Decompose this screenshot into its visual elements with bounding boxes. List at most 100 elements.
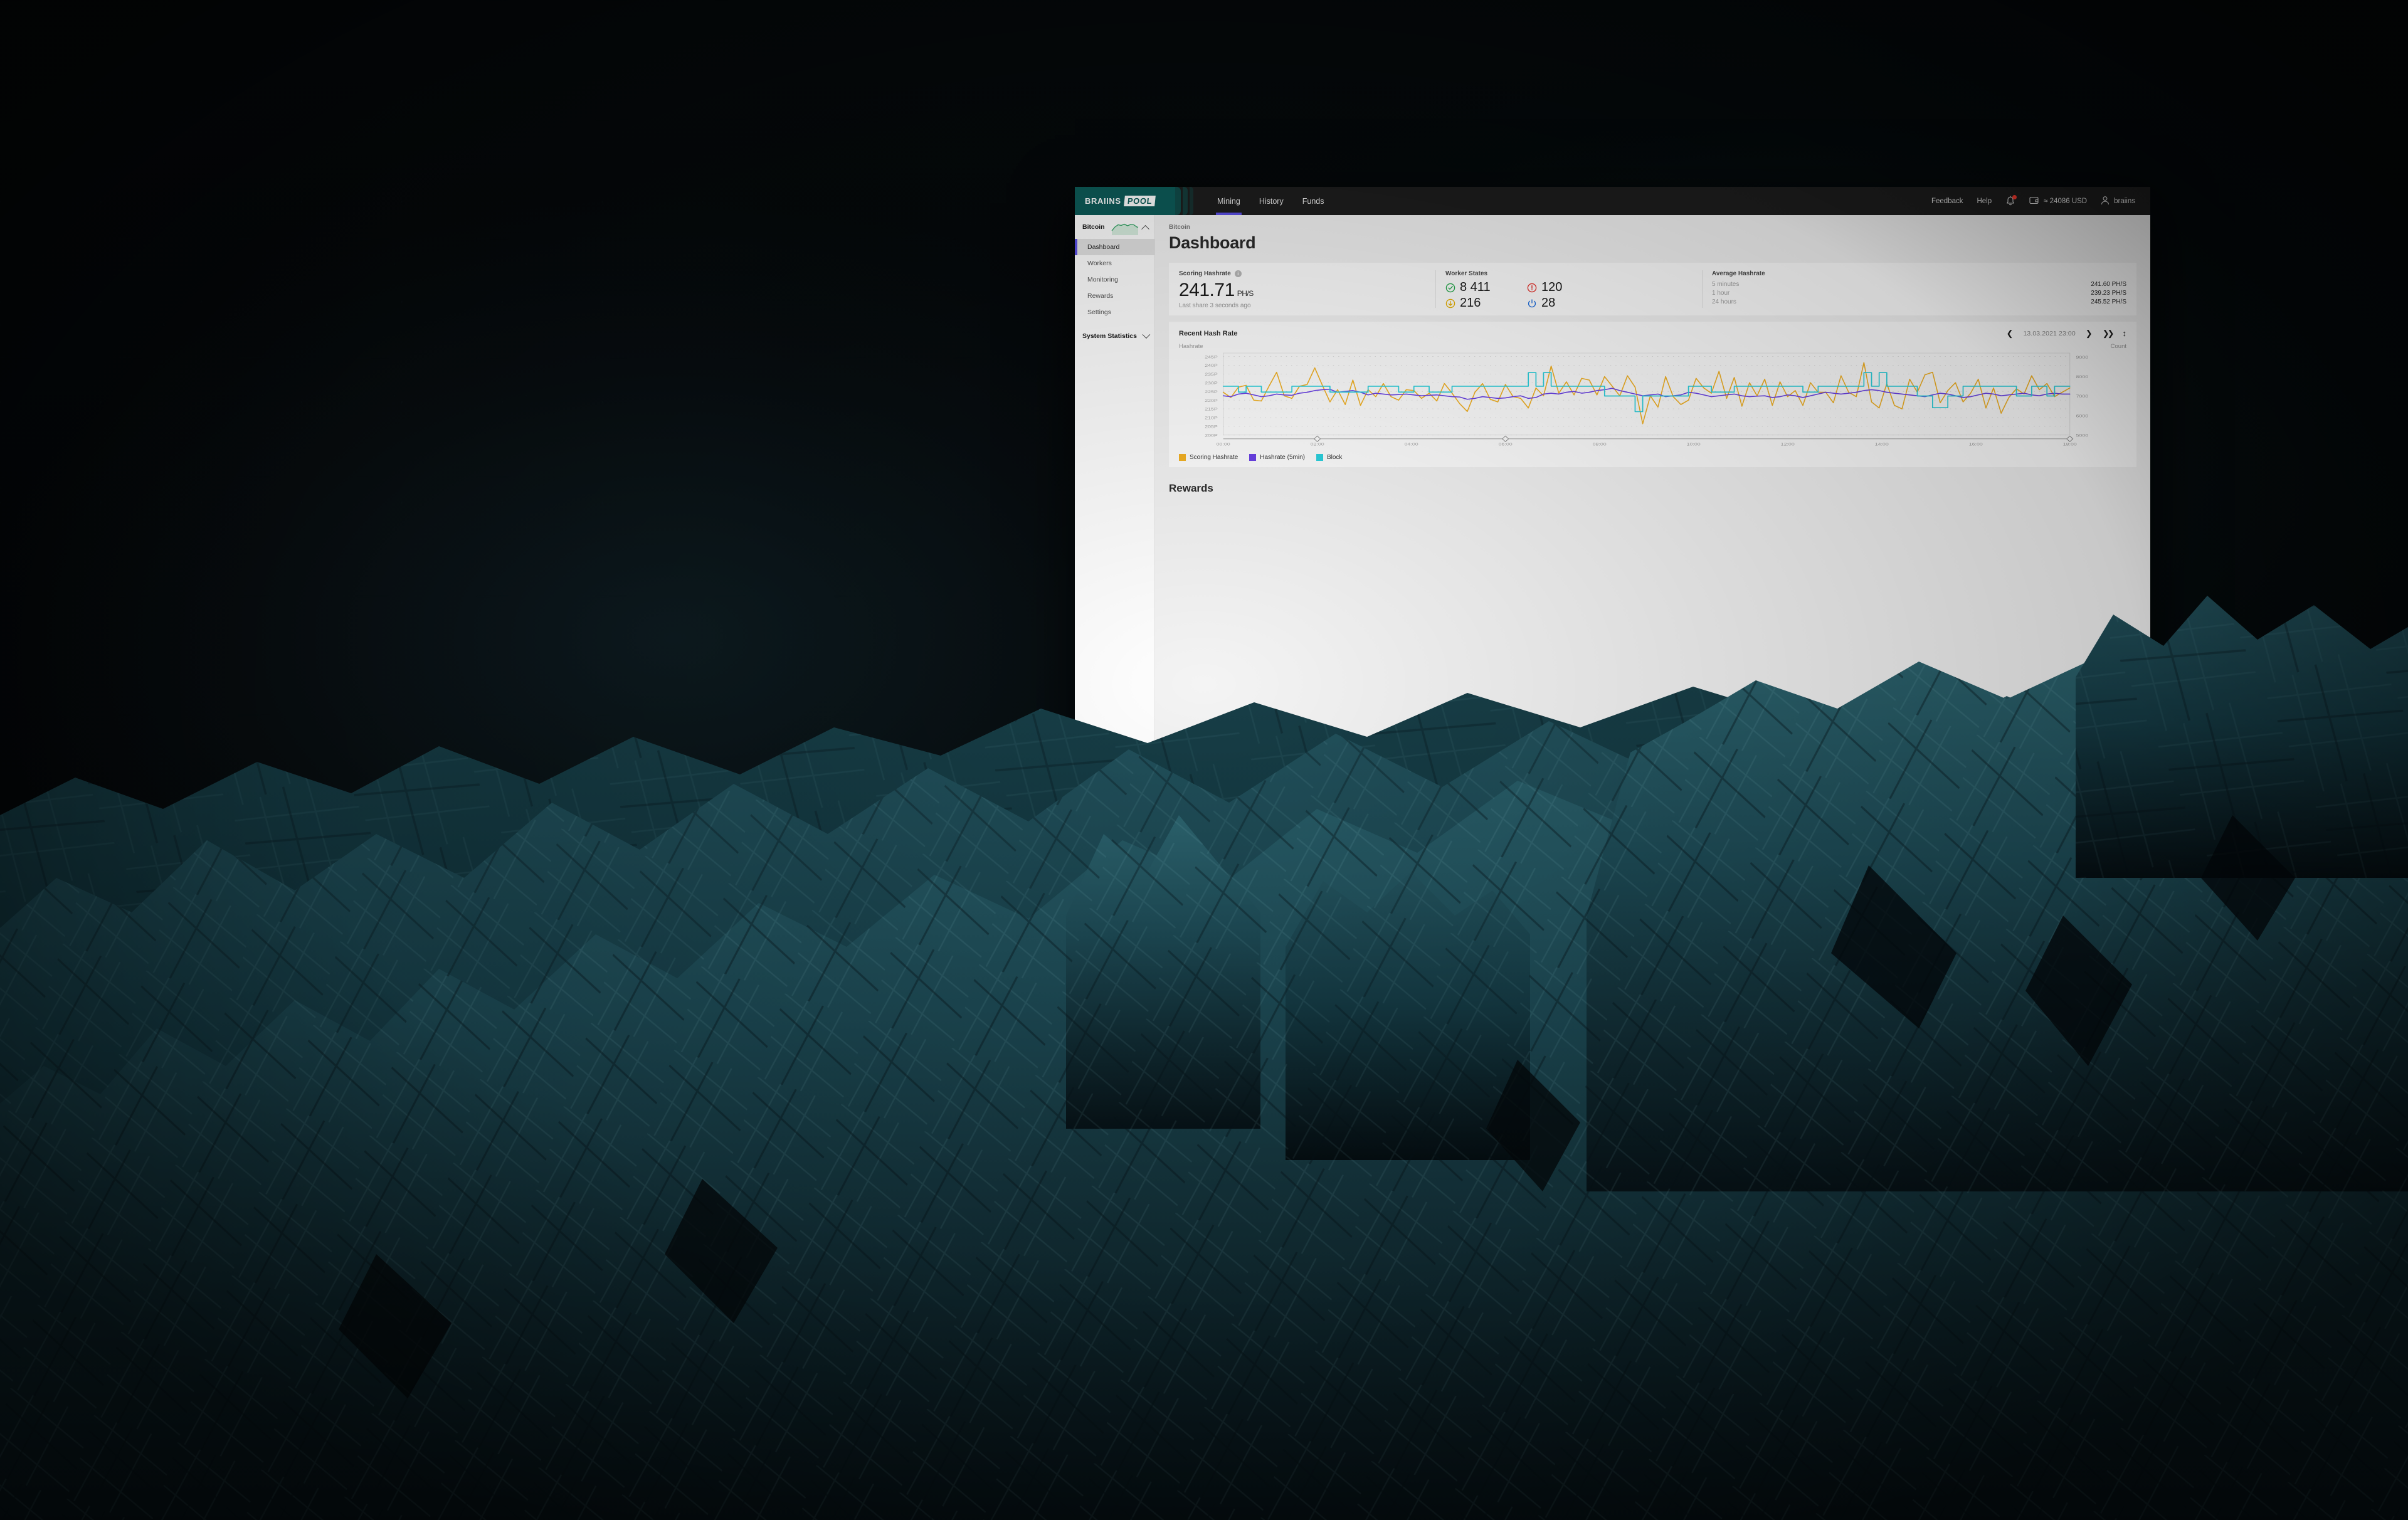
y-axis-tick-right: 7000 (2076, 394, 2089, 399)
logo-stripe-3 (1190, 187, 1193, 215)
worker-states-label: Worker States (1445, 270, 1488, 277)
chart-date-label[interactable]: 13.03.2021 23:00 (2023, 330, 2075, 337)
x-axis-tick: 04:00 (1405, 441, 1419, 446)
arrow-down-circle-icon (1445, 298, 1455, 308)
chevron-down-icon (1142, 330, 1151, 339)
x-axis-tick: 08:00 (1593, 441, 1607, 446)
wallet-balance[interactable]: ≈ 24086 USD (2029, 196, 2087, 206)
sidebar-item-settings[interactable]: Settings (1075, 304, 1154, 320)
hash-rate-plot[interactable]: 200P 205P 210P 215P 220P 225P 230P 235P 240P 245P… (1179, 351, 2126, 446)
tab-mining[interactable]: Mining (1216, 187, 1242, 215)
worker-state-off[interactable]: 28 (1527, 296, 1692, 310)
legend-item-hashrate-5min[interactable]: Hashrate (5min) (1249, 454, 1305, 461)
feedback-link[interactable]: Feedback (1931, 198, 1963, 205)
power-icon (1528, 298, 1536, 307)
window-body: Bitcoin Dashboard Workers Monitoring Rew… (1075, 215, 2150, 902)
worker-states-grid: 8 411 120 216 28 (1445, 280, 1692, 310)
user-menu[interactable]: braiins (2101, 196, 2135, 207)
sidebar-group-system-statistics[interactable]: System Statistics (1075, 324, 1154, 348)
legend-item-scoring-hashrate[interactable]: Scoring Hashrate (1179, 454, 1238, 461)
legend-label-scoring-hashrate: Scoring Hashrate (1190, 454, 1238, 461)
y-axis-tick-right: 8000 (2076, 374, 2089, 379)
breadcrumb[interactable]: Bitcoin (1169, 224, 2136, 231)
sidebar-item-workers-label: Workers (1087, 260, 1112, 267)
alert-circle-icon (1527, 283, 1537, 292)
y-axis-tick-left: 235P (1205, 372, 1218, 377)
average-hashrate-card: Average Hashrate 5 minutes 241.60 PH/S 1… (1702, 263, 2136, 315)
scoring-hashrate-unit: PH/S (1237, 289, 1254, 298)
sidebar-item-dashboard-label: Dashboard (1087, 243, 1120, 251)
worker-state-active[interactable]: 8 411 (1445, 280, 1527, 295)
scoring-hashrate-card: Scoring Hashrate i 241.71 PH/S Last share… (1169, 263, 1435, 315)
chart-header: Recent Hash Rate ❮ 13.03.2021 23:00 ❯ ❯❯… (1179, 329, 2126, 337)
scoring-hashrate-value-row: 241.71 PH/S (1179, 280, 1425, 301)
sidebar-item-dashboard[interactable]: Dashboard (1075, 239, 1154, 255)
user-icon (2101, 196, 2110, 207)
chart-title: Recent Hash Rate (1179, 329, 1238, 337)
tab-funds[interactable]: Funds (1301, 187, 1326, 215)
worker-state-error[interactable]: 120 (1527, 280, 1692, 295)
sidebar-group-bitcoin-label: Bitcoin (1082, 223, 1105, 231)
chevron-right-icon[interactable]: ❯ (2086, 329, 2093, 337)
background-rock-texture-left (0, 0, 1191, 878)
worker-state-active-value: 8 411 (1460, 280, 1491, 294)
last-share-note: Last share 3 seconds ago (1179, 302, 1251, 309)
braiins-pool-app-window: BRAIINS POOL Mining History Funds Feedba… (1075, 187, 2150, 902)
legend-swatch-hashrate-5min (1249, 454, 1257, 461)
y-axis-tick-right: 5000 (2076, 433, 2089, 438)
average-hashrate-row-1hour: 1 hour 239.23 PH/S (1712, 290, 2126, 297)
sidebar-item-monitoring[interactable]: Monitoring (1075, 272, 1154, 288)
main-content: Bitcoin Dashboard Scoring Hashrate i 241… (1155, 215, 2150, 902)
x-axis-tick: 06:00 (1499, 441, 1513, 446)
chevron-left-icon[interactable]: ❮ (2007, 329, 2014, 337)
legend-swatch-block (1316, 454, 1323, 461)
info-icon[interactable]: i (1234, 270, 1242, 277)
average-hashrate-period-5min: 5 minutes (1712, 281, 1740, 288)
y-axis-tick-right: 6000 (2076, 413, 2089, 418)
bitcoin-sparkline-icon (1111, 223, 1139, 235)
y-axis-tick-left: 200P (1205, 433, 1218, 438)
chevrons-right-icon[interactable]: ❯❯ (2103, 329, 2115, 337)
y-axis-tick-left: 220P (1205, 398, 1218, 403)
x-axis-tick: 00:00 (1217, 441, 1231, 446)
worker-state-low[interactable]: 216 (1445, 296, 1527, 310)
sidebar-item-workers[interactable]: Workers (1075, 255, 1154, 272)
x-axis-tick: 14:00 (1875, 441, 1889, 446)
wallet-value-text: ≈ 24086 USD (2044, 197, 2088, 205)
resize-vertical-icon[interactable]: ↕ (2123, 329, 2127, 337)
user-name-text: braiins (2114, 197, 2135, 205)
x-axis-tick: 10:00 (1687, 441, 1701, 446)
x-axis-tick: 12:00 (1781, 441, 1795, 446)
y-axis-tick-right: 9000 (2076, 355, 2089, 360)
sidebar-item-rewards[interactable]: Rewards (1075, 288, 1154, 304)
worker-states-card: Worker States 8 411 120 216 28 (1435, 263, 1702, 315)
page-title: Dashboard (1169, 233, 1256, 252)
scoring-hashrate-value: 241.71 (1179, 280, 1235, 300)
y-axis-tick-left: 210P (1205, 416, 1218, 421)
chart-legend: Scoring Hashrate Hashrate (5min) Block (1179, 454, 2126, 461)
logo-stripe-1 (1174, 187, 1181, 215)
check-circle-icon (1445, 283, 1455, 292)
average-hashrate-value-5min: 241.60 PH/S (2091, 281, 2126, 288)
worker-state-error-value: 120 (1541, 280, 1563, 294)
legend-item-block[interactable]: Block (1316, 454, 1342, 461)
legend-label-block: Block (1326, 454, 1343, 461)
hash-rate-plot-labels: 200P 205P 210P 215P 220P 225P 230P 235P 240P 245P… (1205, 354, 2089, 446)
average-hashrate-label: Average Hashrate (1712, 270, 1765, 277)
logo-text: BRAIINS POOL (1085, 196, 1156, 206)
y-axis-tick-left: 205P (1205, 424, 1218, 429)
logo-pool-text: POOL (1123, 196, 1156, 206)
average-hashrate-row-24hours: 24 hours 245.52 PH/S (1712, 298, 2126, 305)
sidebar-group-bitcoin[interactable]: Bitcoin (1075, 215, 1154, 239)
average-hashrate-period-24hours: 24 hours (1712, 298, 1736, 305)
brand-logo[interactable]: BRAIINS POOL (1075, 187, 1197, 215)
notification-badge-dot (2012, 194, 2017, 199)
help-link[interactable]: Help (1977, 198, 1992, 205)
tab-history[interactable]: History (1258, 187, 1285, 215)
y-axis-title-right: Count (2110, 343, 2126, 350)
y-axis-title-left: Hashrate (1179, 343, 1203, 350)
bell-icon[interactable] (2005, 194, 2017, 207)
worker-state-low-value: 216 (1460, 296, 1481, 310)
chevron-up-icon (1141, 224, 1149, 233)
wallet-icon (2029, 196, 2039, 206)
